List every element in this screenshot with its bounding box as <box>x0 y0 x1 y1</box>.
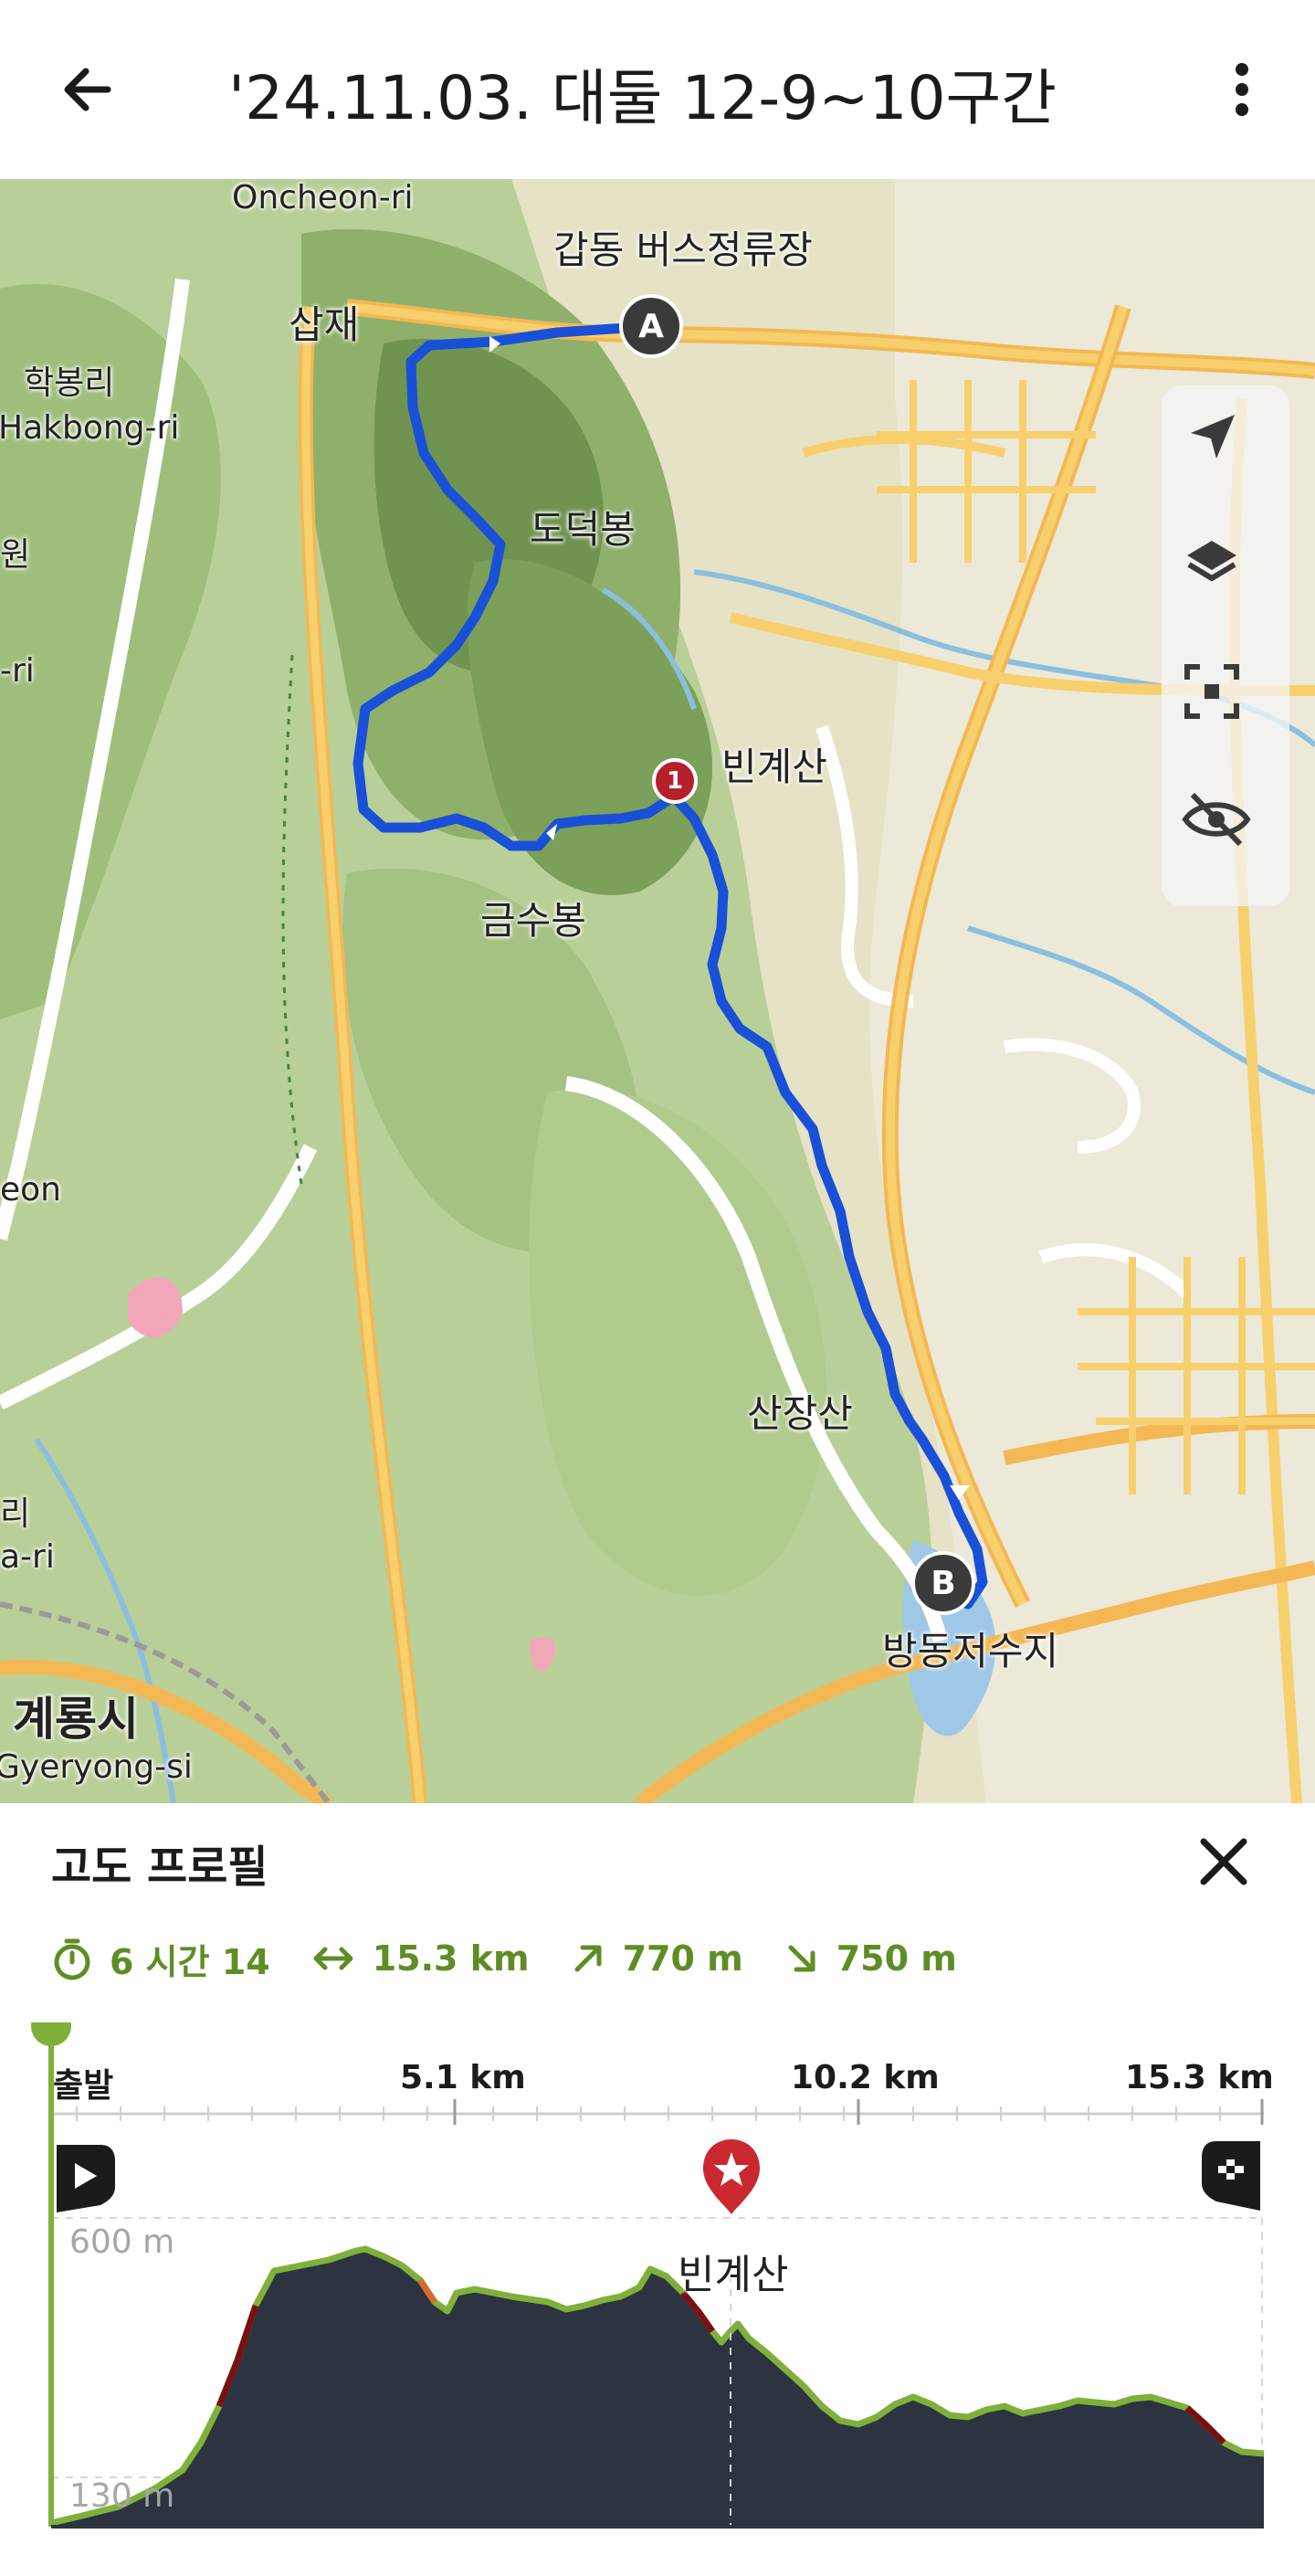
route-stats: 6 시간 14 15.3 km 770 m 750 m <box>51 1931 997 1986</box>
map-controls <box>1162 385 1289 906</box>
start-marker[interactable]: A <box>619 294 683 358</box>
map-label-sanjangsan: 산장산 <box>747 1391 853 1436</box>
tick-15km: 15.3 km <box>1125 2059 1274 2096</box>
map-canvas <box>0 179 1315 1803</box>
map-label-ri: -ri <box>0 652 35 690</box>
map-label-bingyesan: 빈계산 <box>721 744 827 789</box>
close-icon[interactable] <box>1187 1825 1260 1898</box>
waypoint-star-icon <box>700 2136 763 2216</box>
map-label-geumsubong: 금수봉 <box>480 898 586 943</box>
tick-10km: 10.2 km <box>791 2059 940 2096</box>
navigate-icon[interactable] <box>1180 406 1271 497</box>
map-view[interactable]: A B 1 Oncheon-ri 갑동 버스정류장 삽재 학봉리 Hakbong… <box>0 179 1315 1803</box>
more-vert-icon[interactable] <box>1215 53 1269 126</box>
focus-icon[interactable] <box>1180 660 1271 751</box>
start-play-icon <box>53 2141 119 2214</box>
map-label-won: 원 <box>0 536 31 574</box>
map-label-gyeryong-en: Gyeryong-si <box>0 1748 193 1786</box>
finish-flag-icon <box>1198 2138 1264 2214</box>
distance-arrows-icon <box>313 1947 353 1970</box>
end-marker[interactable]: B <box>911 1551 975 1615</box>
top-app-bar: '24.11.03. 대둘 12-9~10구간 <box>0 0 1315 179</box>
stat-descent: 750 m <box>784 1938 957 1979</box>
map-label-eon: eon <box>0 1171 61 1209</box>
waypoint-marker[interactable]: 1 <box>652 758 698 804</box>
max-alt-label: 600 m <box>69 2223 175 2261</box>
elevation-panel: 고도 프로필 6 시간 14 15.3 km 770 m 750 m 출발 5.… <box>0 1803 1315 2576</box>
map-label-oncheon: Oncheon-ri <box>232 179 414 216</box>
map-label-ri2: 리 <box>0 1495 31 1533</box>
stat-ascent: 770 m <box>570 1938 743 1979</box>
route-title: '24.11.03. 대둘 12-9~10구간 <box>228 63 1057 133</box>
tick-5km: 5.1 km <box>400 2059 526 2096</box>
tick-start: 출발 <box>53 2067 114 2105</box>
map-label-bus-stop: 갑동 버스정류장 <box>553 227 813 272</box>
layers-icon[interactable] <box>1180 532 1271 623</box>
stat-duration: 6 시간 14 <box>51 1934 270 1984</box>
panel-title: 고도 프로필 <box>51 1842 268 1893</box>
eye-off-icon[interactable] <box>1180 787 1271 879</box>
ascent-value: 770 m <box>622 1938 743 1979</box>
map-label-dodeokbong: 도덕봉 <box>530 507 636 552</box>
map-label-ari: a-ri <box>0 1538 55 1576</box>
map-label-bangdong: 방동저수지 <box>882 1629 1059 1673</box>
peak-label: 빈계산 <box>678 2252 789 2298</box>
map-label-hakbong-en: Hakbong-ri <box>0 409 180 447</box>
descent-value: 750 m <box>836 1938 957 1979</box>
elevation-profile-chart[interactable]: 출발 5.1 km 10.2 km 15.3 km 600 m 130 m 빈계… <box>0 2022 1315 2576</box>
timer-icon <box>54 1938 90 1980</box>
stat-distance: 15.3 km <box>310 1938 530 1979</box>
elevation-profile-svg <box>31 2022 1265 2528</box>
ascent-arrow-icon <box>574 1945 602 1972</box>
distance-value: 15.3 km <box>372 1938 530 1979</box>
min-alt-label: 130 m <box>69 2477 175 2515</box>
back-arrow-icon[interactable] <box>53 53 126 126</box>
map-label-hakbong-ko: 학봉리 <box>24 364 115 402</box>
descent-arrow-icon <box>788 1945 815 1972</box>
map-label-samjae: 삽재 <box>289 302 360 347</box>
duration-value: 6 시간 14 <box>110 1941 270 1982</box>
map-label-gyeryong-ko: 계룡시 <box>13 1693 139 1746</box>
